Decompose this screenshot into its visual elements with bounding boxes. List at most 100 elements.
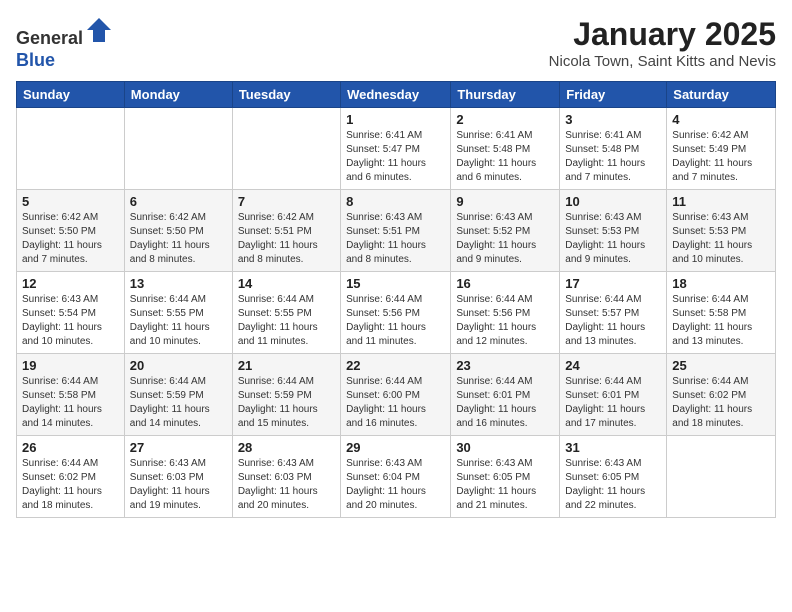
weekday-header-row: SundayMondayTuesdayWednesdayThursdayFrid… <box>17 82 776 108</box>
calendar-cell: 20 Sunrise: 6:44 AM Sunset: 5:59 PM Dayli… <box>124 354 232 436</box>
day-info: Sunrise: 6:41 AM Sunset: 5:48 PM Dayligh… <box>565 129 661 185</box>
day-number: 25 <box>672 358 770 373</box>
day-number: 22 <box>346 358 445 373</box>
day-number: 8 <box>346 194 445 209</box>
calendar-cell: 12 Sunrise: 6:43 AM Sunset: 5:54 PM Dayli… <box>17 272 125 354</box>
day-info: Sunrise: 6:44 AM Sunset: 6:00 PM Dayligh… <box>346 375 445 431</box>
calendar-cell: 30Sunrise: 6:43 AM Sunset: 6:05 PM Dayli… <box>451 436 560 518</box>
day-number: 16 <box>456 276 554 291</box>
day-info: Sunrise: 6:44 AM Sunset: 5:59 PM Dayligh… <box>130 375 227 431</box>
calendar-cell: 10 Sunrise: 6:43 AM Sunset: 5:53 PM Dayli… <box>560 190 667 272</box>
day-info: Sunrise: 6:44 AM Sunset: 6:01 PM Dayligh… <box>565 375 661 431</box>
day-number: 11 <box>672 194 770 209</box>
calendar-cell: 22 Sunrise: 6:44 AM Sunset: 6:00 PM Dayli… <box>341 354 451 436</box>
day-number: 15 <box>346 276 445 291</box>
calendar-week-row: 19 Sunrise: 6:44 AM Sunset: 5:58 PM Dayli… <box>17 354 776 436</box>
day-number: 4 <box>672 112 770 127</box>
calendar-cell: 7 Sunrise: 6:42 AM Sunset: 5:51 PM Daylig… <box>232 190 340 272</box>
weekday-header-cell: Saturday <box>667 82 776 108</box>
calendar-cell <box>667 436 776 518</box>
weekday-header-cell: Monday <box>124 82 232 108</box>
day-info: Sunrise: 6:43 AM Sunset: 6:03 PM Dayligh… <box>130 457 227 513</box>
day-number: 1 <box>346 112 445 127</box>
calendar-table: SundayMondayTuesdayWednesdayThursdayFrid… <box>16 81 776 518</box>
day-number: 26 <box>22 440 119 455</box>
calendar-cell: 13 Sunrise: 6:44 AM Sunset: 5:55 PM Dayli… <box>124 272 232 354</box>
calendar-cell: 14 Sunrise: 6:44 AM Sunset: 5:55 PM Dayli… <box>232 272 340 354</box>
day-info: Sunrise: 6:42 AM Sunset: 5:49 PM Dayligh… <box>672 129 770 185</box>
day-info: Sunrise: 6:43 AM Sunset: 5:52 PM Dayligh… <box>456 211 554 267</box>
calendar-cell: 26 Sunrise: 6:44 AM Sunset: 6:02 PM Dayli… <box>17 436 125 518</box>
weekday-header-cell: Wednesday <box>341 82 451 108</box>
day-number: 14 <box>238 276 335 291</box>
day-info: Sunrise: 6:42 AM Sunset: 5:50 PM Dayligh… <box>22 211 119 267</box>
day-info: Sunrise: 6:41 AM Sunset: 5:48 PM Dayligh… <box>456 129 554 185</box>
day-number: 28 <box>238 440 335 455</box>
calendar-cell <box>17 108 125 190</box>
day-info: Sunrise: 6:44 AM Sunset: 5:55 PM Dayligh… <box>130 293 227 349</box>
day-info: Sunrise: 6:44 AM Sunset: 5:58 PM Dayligh… <box>22 375 119 431</box>
day-info: Sunrise: 6:44 AM Sunset: 5:59 PM Dayligh… <box>238 375 335 431</box>
logo: General Blue <box>16 16 113 71</box>
day-info: Sunrise: 6:42 AM Sunset: 5:51 PM Dayligh… <box>238 211 335 267</box>
calendar-cell: 24Sunrise: 6:44 AM Sunset: 6:01 PM Dayli… <box>560 354 667 436</box>
day-number: 2 <box>456 112 554 127</box>
calendar-cell: 3 Sunrise: 6:41 AM Sunset: 5:48 PM Daylig… <box>560 108 667 190</box>
day-number: 3 <box>565 112 661 127</box>
logo-blue: Blue <box>16 50 55 70</box>
calendar-cell: 27 Sunrise: 6:43 AM Sunset: 6:03 PM Dayli… <box>124 436 232 518</box>
page-header: General Blue January 2025 Nicola Town, S… <box>16 16 776 71</box>
day-info: Sunrise: 6:44 AM Sunset: 5:55 PM Dayligh… <box>238 293 335 349</box>
calendar-week-row: 26 Sunrise: 6:44 AM Sunset: 6:02 PM Dayli… <box>17 436 776 518</box>
calendar-body: 1 Sunrise: 6:41 AM Sunset: 5:47 PM Daylig… <box>17 108 776 518</box>
calendar-cell: 1 Sunrise: 6:41 AM Sunset: 5:47 PM Daylig… <box>341 108 451 190</box>
weekday-header-cell: Friday <box>560 82 667 108</box>
day-info: Sunrise: 6:43 AM Sunset: 6:05 PM Dayligh… <box>565 457 661 513</box>
day-number: 9 <box>456 194 554 209</box>
day-number: 18 <box>672 276 770 291</box>
month-title: January 2025 <box>549 16 776 53</box>
calendar-cell: 5Sunrise: 6:42 AM Sunset: 5:50 PM Daylig… <box>17 190 125 272</box>
day-info: Sunrise: 6:44 AM Sunset: 6:02 PM Dayligh… <box>672 375 770 431</box>
calendar-cell: 17 Sunrise: 6:44 AM Sunset: 5:57 PM Dayli… <box>560 272 667 354</box>
calendar-cell: 31Sunrise: 6:43 AM Sunset: 6:05 PM Dayli… <box>560 436 667 518</box>
location-title: Nicola Town, Saint Kitts and Nevis <box>549 53 776 70</box>
day-number: 7 <box>238 194 335 209</box>
calendar-cell <box>232 108 340 190</box>
calendar-cell: 9 Sunrise: 6:43 AM Sunset: 5:52 PM Daylig… <box>451 190 560 272</box>
day-info: Sunrise: 6:43 AM Sunset: 5:51 PM Dayligh… <box>346 211 445 267</box>
calendar-cell: 18 Sunrise: 6:44 AM Sunset: 5:58 PM Dayli… <box>667 272 776 354</box>
day-info: Sunrise: 6:43 AM Sunset: 6:03 PM Dayligh… <box>238 457 335 513</box>
day-info: Sunrise: 6:44 AM Sunset: 6:02 PM Dayligh… <box>22 457 119 513</box>
calendar-cell: 8 Sunrise: 6:43 AM Sunset: 5:51 PM Daylig… <box>341 190 451 272</box>
day-info: Sunrise: 6:44 AM Sunset: 5:57 PM Dayligh… <box>565 293 661 349</box>
day-info: Sunrise: 6:44 AM Sunset: 5:58 PM Dayligh… <box>672 293 770 349</box>
day-info: Sunrise: 6:41 AM Sunset: 5:47 PM Dayligh… <box>346 129 445 185</box>
day-number: 20 <box>130 358 227 373</box>
calendar-cell: 6 Sunrise: 6:42 AM Sunset: 5:50 PM Daylig… <box>124 190 232 272</box>
day-number: 19 <box>22 358 119 373</box>
day-number: 23 <box>456 358 554 373</box>
calendar-week-row: 5Sunrise: 6:42 AM Sunset: 5:50 PM Daylig… <box>17 190 776 272</box>
day-number: 29 <box>346 440 445 455</box>
title-block: January 2025 Nicola Town, Saint Kitts an… <box>549 16 776 70</box>
day-info: Sunrise: 6:42 AM Sunset: 5:50 PM Dayligh… <box>130 211 227 267</box>
day-info: Sunrise: 6:43 AM Sunset: 5:53 PM Dayligh… <box>565 211 661 267</box>
calendar-cell: 23 Sunrise: 6:44 AM Sunset: 6:01 PM Dayli… <box>451 354 560 436</box>
calendar-week-row: 12 Sunrise: 6:43 AM Sunset: 5:54 PM Dayli… <box>17 272 776 354</box>
logo-general: General <box>16 28 83 48</box>
day-info: Sunrise: 6:43 AM Sunset: 5:54 PM Dayligh… <box>22 293 119 349</box>
calendar-cell: 11Sunrise: 6:43 AM Sunset: 5:53 PM Dayli… <box>667 190 776 272</box>
day-number: 10 <box>565 194 661 209</box>
day-info: Sunrise: 6:44 AM Sunset: 6:01 PM Dayligh… <box>456 375 554 431</box>
day-number: 12 <box>22 276 119 291</box>
calendar-cell: 4 Sunrise: 6:42 AM Sunset: 5:49 PM Daylig… <box>667 108 776 190</box>
day-number: 27 <box>130 440 227 455</box>
weekday-header-cell: Tuesday <box>232 82 340 108</box>
day-number: 17 <box>565 276 661 291</box>
calendar-cell: 2 Sunrise: 6:41 AM Sunset: 5:48 PM Daylig… <box>451 108 560 190</box>
day-number: 13 <box>130 276 227 291</box>
day-number: 6 <box>130 194 227 209</box>
calendar-cell <box>124 108 232 190</box>
calendar-cell: 25 Sunrise: 6:44 AM Sunset: 6:02 PM Dayli… <box>667 354 776 436</box>
